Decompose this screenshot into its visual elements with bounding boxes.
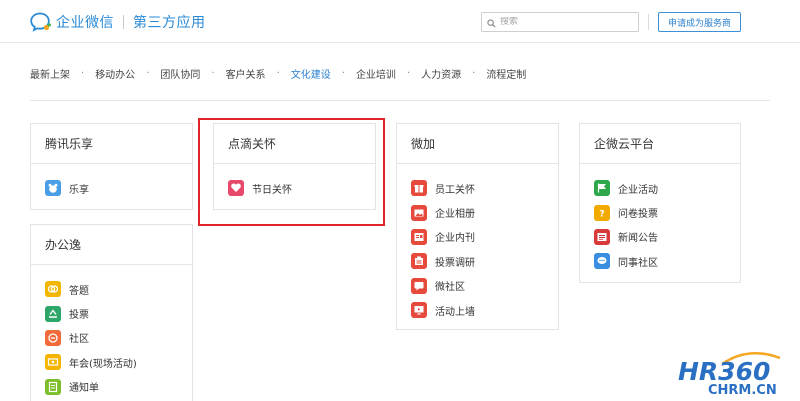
vote-icon [45,305,61,322]
app-item[interactable]: 企业内刊 [411,225,558,249]
search-input[interactable] [500,17,630,27]
app-label: 问卷投票 [618,209,658,221]
watermark-domain: CHRM.CN [708,383,777,398]
magazine-icon [411,228,427,245]
logo[interactable]: 企业微信 第三方应用 [30,11,206,33]
nav-item[interactable]: 文化建设 [291,66,331,81]
app-label: 活动上墙 [435,306,475,318]
apply-provider-button[interactable]: 申请成为服务商 [658,12,741,32]
logo-divider [123,15,124,29]
app-label: 员工关怀 [435,184,475,196]
card-weijia: 微加 员工关怀企业相册企业内刊投票调研微社区活动上墙 [396,123,559,330]
nav-separator: · [81,68,85,79]
app-item[interactable]: 新闻公告 [594,225,740,249]
card-title: 办公逸 [31,225,192,265]
nav-item[interactable]: 人力资源 [421,66,461,81]
gift-icon [411,180,427,197]
app-label: 企业活动 [618,184,658,196]
nav-item[interactable]: 客户关系 [226,66,266,81]
highlight-box [198,118,385,226]
notice-icon [45,378,61,395]
app-item[interactable]: 投票调研 [411,249,558,273]
app-label: 同事社区 [618,257,658,269]
app-item[interactable]: 微社区 [411,274,558,298]
app-item[interactable]: 社区 [45,326,192,350]
app-label: 企业内刊 [435,233,475,245]
app-item[interactable]: 活动上墙 [411,298,558,322]
card-title: 企微云平台 [580,124,740,164]
search-box[interactable] [481,12,639,32]
app-item[interactable]: ? 问卷投票 [594,200,740,224]
app-label: 答题 [69,285,89,297]
app-item[interactable]: 答题 [45,277,192,301]
questionnaire-icon: ? [594,204,610,221]
nav-item[interactable]: 流程定制 [486,66,526,81]
app-label: 新闻公告 [618,233,658,245]
header-divider [648,14,649,30]
nav-divider [30,100,770,101]
app-item[interactable]: 企业相册 [411,200,558,224]
news-icon [594,228,610,245]
app-list: 答题投票社区年会(现场活动) 通知单 [31,265,192,399]
card-bangongyi: 办公逸 答题投票社区年会(现场活动) 通知单 [30,224,193,401]
app-label: 通知单 [69,383,99,395]
card-tencent-lexiang: 腾讯乐享 乐享 [30,123,193,210]
party-icon [45,354,61,371]
nav-item[interactable]: 最新上架 [30,66,70,81]
app-item[interactable]: 同事社区 [594,249,740,273]
nav-separator: · [211,68,215,79]
top-header: 企业微信 第三方应用 申请成为服务商 [0,0,800,43]
app-item[interactable]: 年会(现场活动) [45,350,192,374]
nav-item[interactable]: 团队协同 [160,66,200,81]
card-title: 腾讯乐享 [31,124,192,164]
nav-item[interactable]: 企业培训 [356,66,396,81]
nav-item[interactable]: 移动办公 [95,66,135,81]
app-label: 投票调研 [435,257,475,269]
app-item[interactable]: 员工关怀 [411,176,558,200]
nav-separator: · [276,68,280,79]
bear-icon [45,180,61,197]
chat-icon [411,277,427,294]
survey-icon [411,253,427,270]
app-list: 乐享 [31,164,192,200]
nav-separator: · [406,68,411,79]
nav-separator: · [472,68,476,79]
app-label: 年会(现场活动) [69,358,137,370]
app-item[interactable]: 乐享 [45,176,192,200]
hr360-watermark: HR360 CHRM.CN [676,350,796,398]
page-title: 第三方应用 [133,15,206,31]
app-label: 微社区 [435,282,465,294]
app-label: 投票 [69,310,89,322]
colleague-icon [594,253,610,270]
app-item[interactable]: 企业活动 [594,176,740,200]
album-icon [411,204,427,221]
search-icon [487,13,496,32]
community-icon [45,329,61,346]
app-list: 员工关怀企业相册企业内刊投票调研微社区活动上墙 [397,164,558,322]
brand-name: 企业微信 [56,15,114,31]
app-item[interactable]: 投票 [45,301,192,325]
quiz-icon [45,281,61,298]
card-title: 微加 [397,124,558,164]
app-label: 社区 [69,334,89,346]
app-list: 企业活动? 问卷投票 新闻公告 同事社区 [580,164,740,274]
screen-icon [411,302,427,319]
card-qiweiyun: 企微云平台 企业活动? 问卷投票 新闻公告 同事社区 [579,123,741,283]
app-label: 企业相册 [435,209,475,221]
wecom-logo-icon [30,12,52,32]
app-label: 乐享 [69,184,89,196]
svg-text:?: ? [599,209,604,219]
nav-separator: · [146,68,150,79]
app-item[interactable]: 通知单 [45,375,192,399]
category-nav: 最新上架 · 移动办公 · 团队协同 · 客户关系 · 文化建设 · 企业培训 · 人力资源 · 流程定制 [30,66,526,81]
nav-separator: · [341,68,345,79]
watermark-hr360: HR360 [678,357,770,386]
flag-icon [594,180,610,197]
